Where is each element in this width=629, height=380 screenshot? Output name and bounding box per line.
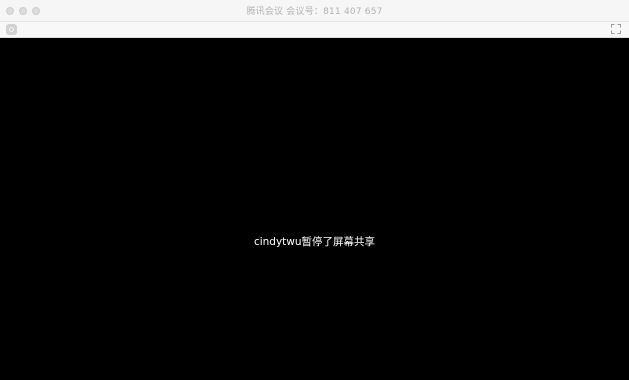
title-bar[interactable]: 腾讯会议 会议号：811 407 657 [0,0,629,22]
gear-icon[interactable] [6,24,17,35]
share-paused-message: cindytwu暂停了屏幕共享 [253,236,376,248]
screen-share-area: cindytwu暂停了屏幕共享 [0,38,629,380]
meeting-window: 腾讯会议 会议号：811 407 657 cindytwu暂停了屏幕共享 [0,0,629,380]
window-title: 腾讯会议 会议号：811 407 657 [246,7,383,17]
toolbar [0,22,629,38]
fullscreen-icon[interactable] [611,24,621,34]
